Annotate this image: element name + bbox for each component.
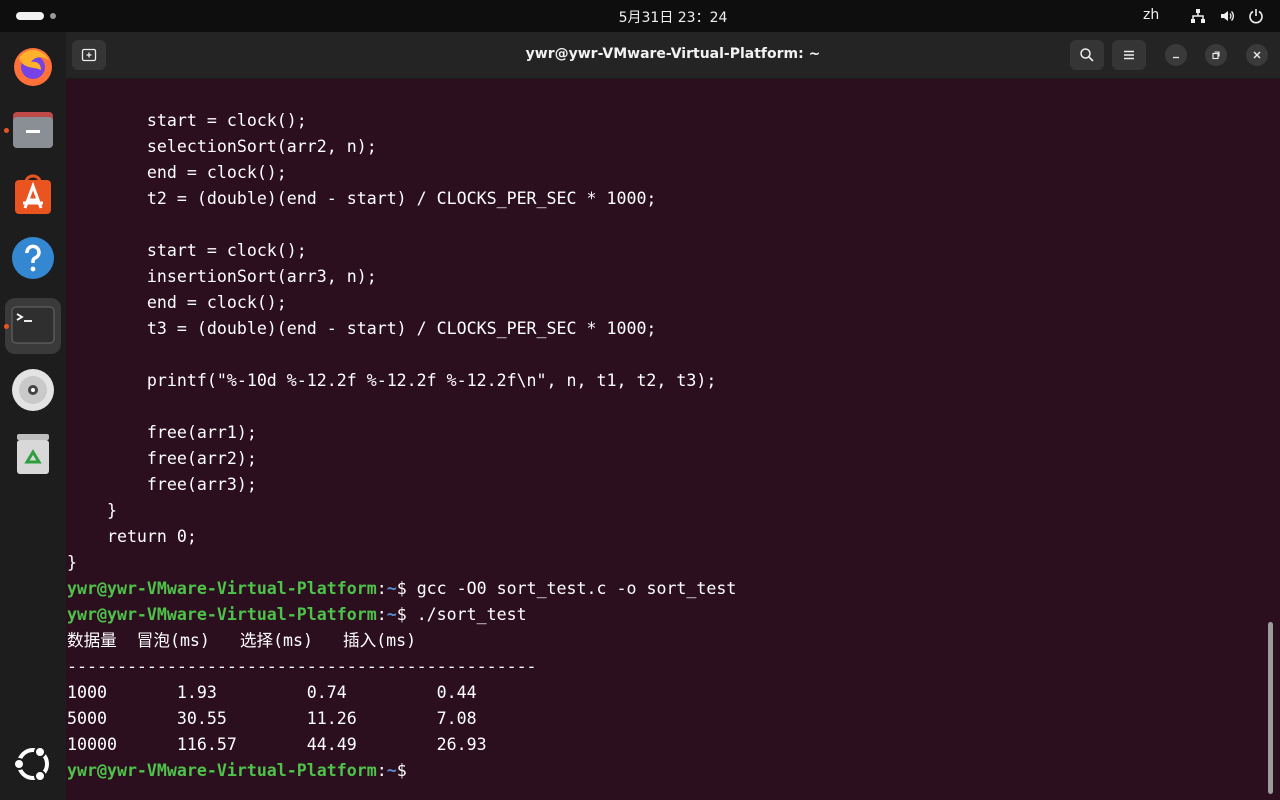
disc-icon <box>12 369 54 411</box>
search-button[interactable] <box>1070 40 1104 70</box>
minimize-button[interactable] <box>1165 44 1187 66</box>
close-button[interactable] <box>1246 44 1268 66</box>
code-line: insertionSort(arr3, n); <box>67 267 377 286</box>
input-language[interactable]: zh <box>1143 7 1159 23</box>
prompt-separator: : <box>376 761 387 780</box>
command-text: ./sort_test <box>416 605 527 624</box>
dock-terminal[interactable] <box>4 298 61 354</box>
firefox-icon <box>14 48 52 86</box>
dock-app-center[interactable] <box>5 166 61 222</box>
code-line: t3 = (double)(end - start) / CLOCKS_PER_… <box>67 319 657 338</box>
workspace-indicator <box>50 13 56 19</box>
help-icon <box>12 237 54 279</box>
command-text: gcc -O0 sort_test.c -o sort_test <box>416 579 737 598</box>
volume-icon[interactable] <box>1219 8 1235 24</box>
top-bar: 5月31日 23：24 zh <box>0 0 1280 32</box>
prompt-symbol: $ <box>396 605 417 624</box>
prompt-user: ywr@ywr-VMware-Virtual-Platform <box>67 605 377 624</box>
code-line: } <box>67 501 117 520</box>
app-center-icon <box>15 174 51 214</box>
prompt-path: ~ <box>386 605 397 624</box>
dock-trash[interactable] <box>5 426 61 482</box>
prompt-separator: : <box>376 579 387 598</box>
running-indicator <box>4 128 9 133</box>
files-icon <box>13 112 53 148</box>
dock-show-apps[interactable] <box>5 736 61 792</box>
trash-icon <box>17 434 49 474</box>
output-header: 数据量 冒泡(ms) 选择(ms) 插入(ms) <box>67 631 417 650</box>
minimize-icon <box>1173 56 1179 59</box>
close-icon <box>1253 51 1261 59</box>
output-row: 10000 116.57 44.49 26.93 <box>67 735 487 754</box>
code-line: free(arr1); <box>67 423 257 442</box>
terminal-icon <box>11 306 55 344</box>
output-row: 1000 1.93 0.74 0.44 <box>67 683 477 702</box>
code-line: end = clock(); <box>67 293 287 312</box>
code-line: t2 = (double)(end - start) / CLOCKS_PER_… <box>67 189 657 208</box>
network-icon[interactable] <box>1190 8 1206 24</box>
dock-files[interactable] <box>4 102 61 158</box>
power-icon[interactable] <box>1248 8 1264 24</box>
code-line: } <box>67 553 77 572</box>
prompt-user: ywr@ywr-VMware-Virtual-Platform <box>67 761 377 780</box>
clock[interactable]: 5月31日 23：24 <box>560 7 786 27</box>
terminal-output[interactable]: start = clock(); selectionSort(arr2, n);… <box>67 108 1257 784</box>
terminal-window: ywr@ywr-VMware-Virtual-Platform: ~ start… <box>66 32 1280 800</box>
output-row: 5000 30.55 11.26 7.08 <box>67 709 477 728</box>
prompt-user: ywr@ywr-VMware-Virtual-Platform <box>67 579 377 598</box>
prompt-symbol: $ <box>396 579 417 598</box>
window-title: ywr@ywr-VMware-Virtual-Platform: ~ <box>525 46 821 62</box>
running-indicator <box>4 324 9 329</box>
command-line: ywr@ywr-VMware-Virtual-Platform:~$ gcc -… <box>67 576 1257 602</box>
restore-icon <box>1212 51 1220 60</box>
code-line: selectionSort(arr2, n); <box>67 137 377 156</box>
prompt-symbol: $ <box>396 761 417 780</box>
dock <box>0 32 66 800</box>
prompt-path: ~ <box>386 761 397 780</box>
activities-button[interactable] <box>16 11 62 21</box>
code-line: return 0; <box>67 527 197 546</box>
prompt-path: ~ <box>386 579 397 598</box>
show-apps-icon <box>13 746 49 782</box>
dock-help[interactable] <box>5 230 61 286</box>
new-tab-button[interactable] <box>72 40 106 70</box>
workspace-indicator-active <box>16 12 44 20</box>
restore-button[interactable] <box>1205 44 1227 66</box>
code-line: printf("%-10d %-12.2f %-12.2f %-12.2f\n"… <box>67 371 717 390</box>
output-divider: ----------------------------------------… <box>67 657 537 676</box>
dock-firefox[interactable] <box>5 38 61 94</box>
prompt-separator: : <box>376 605 387 624</box>
code-line: end = clock(); <box>67 163 287 182</box>
title-bar[interactable]: ywr@ywr-VMware-Virtual-Platform: ~ <box>66 32 1280 79</box>
dock-disc[interactable] <box>5 362 61 418</box>
code-line: start = clock(); <box>67 111 307 130</box>
current-prompt[interactable]: ywr@ywr-VMware-Virtual-Platform:~$ <box>67 758 1257 784</box>
search-icon <box>1080 48 1094 62</box>
code-line: free(arr2); <box>67 449 257 468</box>
code-line: free(arr3); <box>67 475 257 494</box>
menu-button[interactable] <box>1112 40 1146 70</box>
new-tab-icon <box>81 48 97 62</box>
code-line: start = clock(); <box>67 241 307 260</box>
scrollbar[interactable] <box>1268 622 1273 794</box>
command-line: ywr@ywr-VMware-Virtual-Platform:~$ ./sor… <box>67 602 1257 628</box>
hamburger-menu-icon <box>1124 50 1134 60</box>
